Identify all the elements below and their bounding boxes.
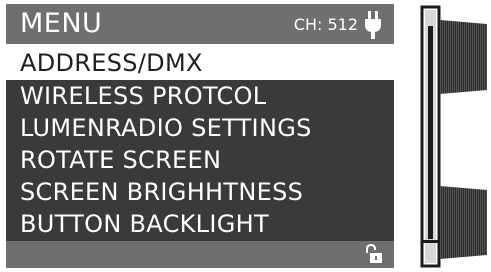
plug-icon bbox=[365, 11, 381, 39]
menu-list: ADDRESS/DMX WIRELESS PROTCOL LUMENRADIO … bbox=[6, 44, 394, 240]
unlocked-padlock-icon[interactable] bbox=[364, 244, 384, 264]
menu-header: MENU CH: 512 bbox=[6, 4, 394, 44]
menu-item-label: ROTATE SCREEN bbox=[20, 146, 222, 174]
menu-item-label: SCREEN BRIGHHTNESS bbox=[20, 178, 304, 206]
device-side-view bbox=[420, 5, 487, 268]
menu-item-wireless-protocol[interactable]: WIRELESS PROTCOL bbox=[6, 80, 394, 112]
menu-item-label: BUTTON BACKLIGHT bbox=[20, 210, 269, 238]
menu-item-label: LUMENRADIO SETTINGS bbox=[20, 114, 312, 142]
channel-label: CH: 512 bbox=[293, 15, 358, 34]
menu-footer bbox=[6, 241, 394, 268]
menu-item-label: ADDRESS/DMX bbox=[20, 49, 203, 77]
menu-item-button-backlight[interactable]: BUTTON BACKLIGHT bbox=[6, 208, 394, 240]
menu-item-rotate-screen[interactable]: ROTATE SCREEN bbox=[6, 144, 394, 176]
menu-item-screen-brightness[interactable]: SCREEN BRIGHHTNESS bbox=[6, 176, 394, 208]
channel-status: CH: 512 bbox=[294, 8, 382, 42]
device-menu-screen: MENU CH: 512 ADDRESS/DMX WIRELESS PROTCO… bbox=[6, 4, 394, 268]
menu-item-address-dmx[interactable]: ADDRESS/DMX bbox=[6, 44, 394, 80]
menu-item-lumenradio-settings[interactable]: LUMENRADIO SETTINGS bbox=[6, 112, 394, 144]
menu-title: MENU bbox=[20, 8, 103, 39]
menu-item-label: WIRELESS PROTCOL bbox=[20, 82, 267, 110]
